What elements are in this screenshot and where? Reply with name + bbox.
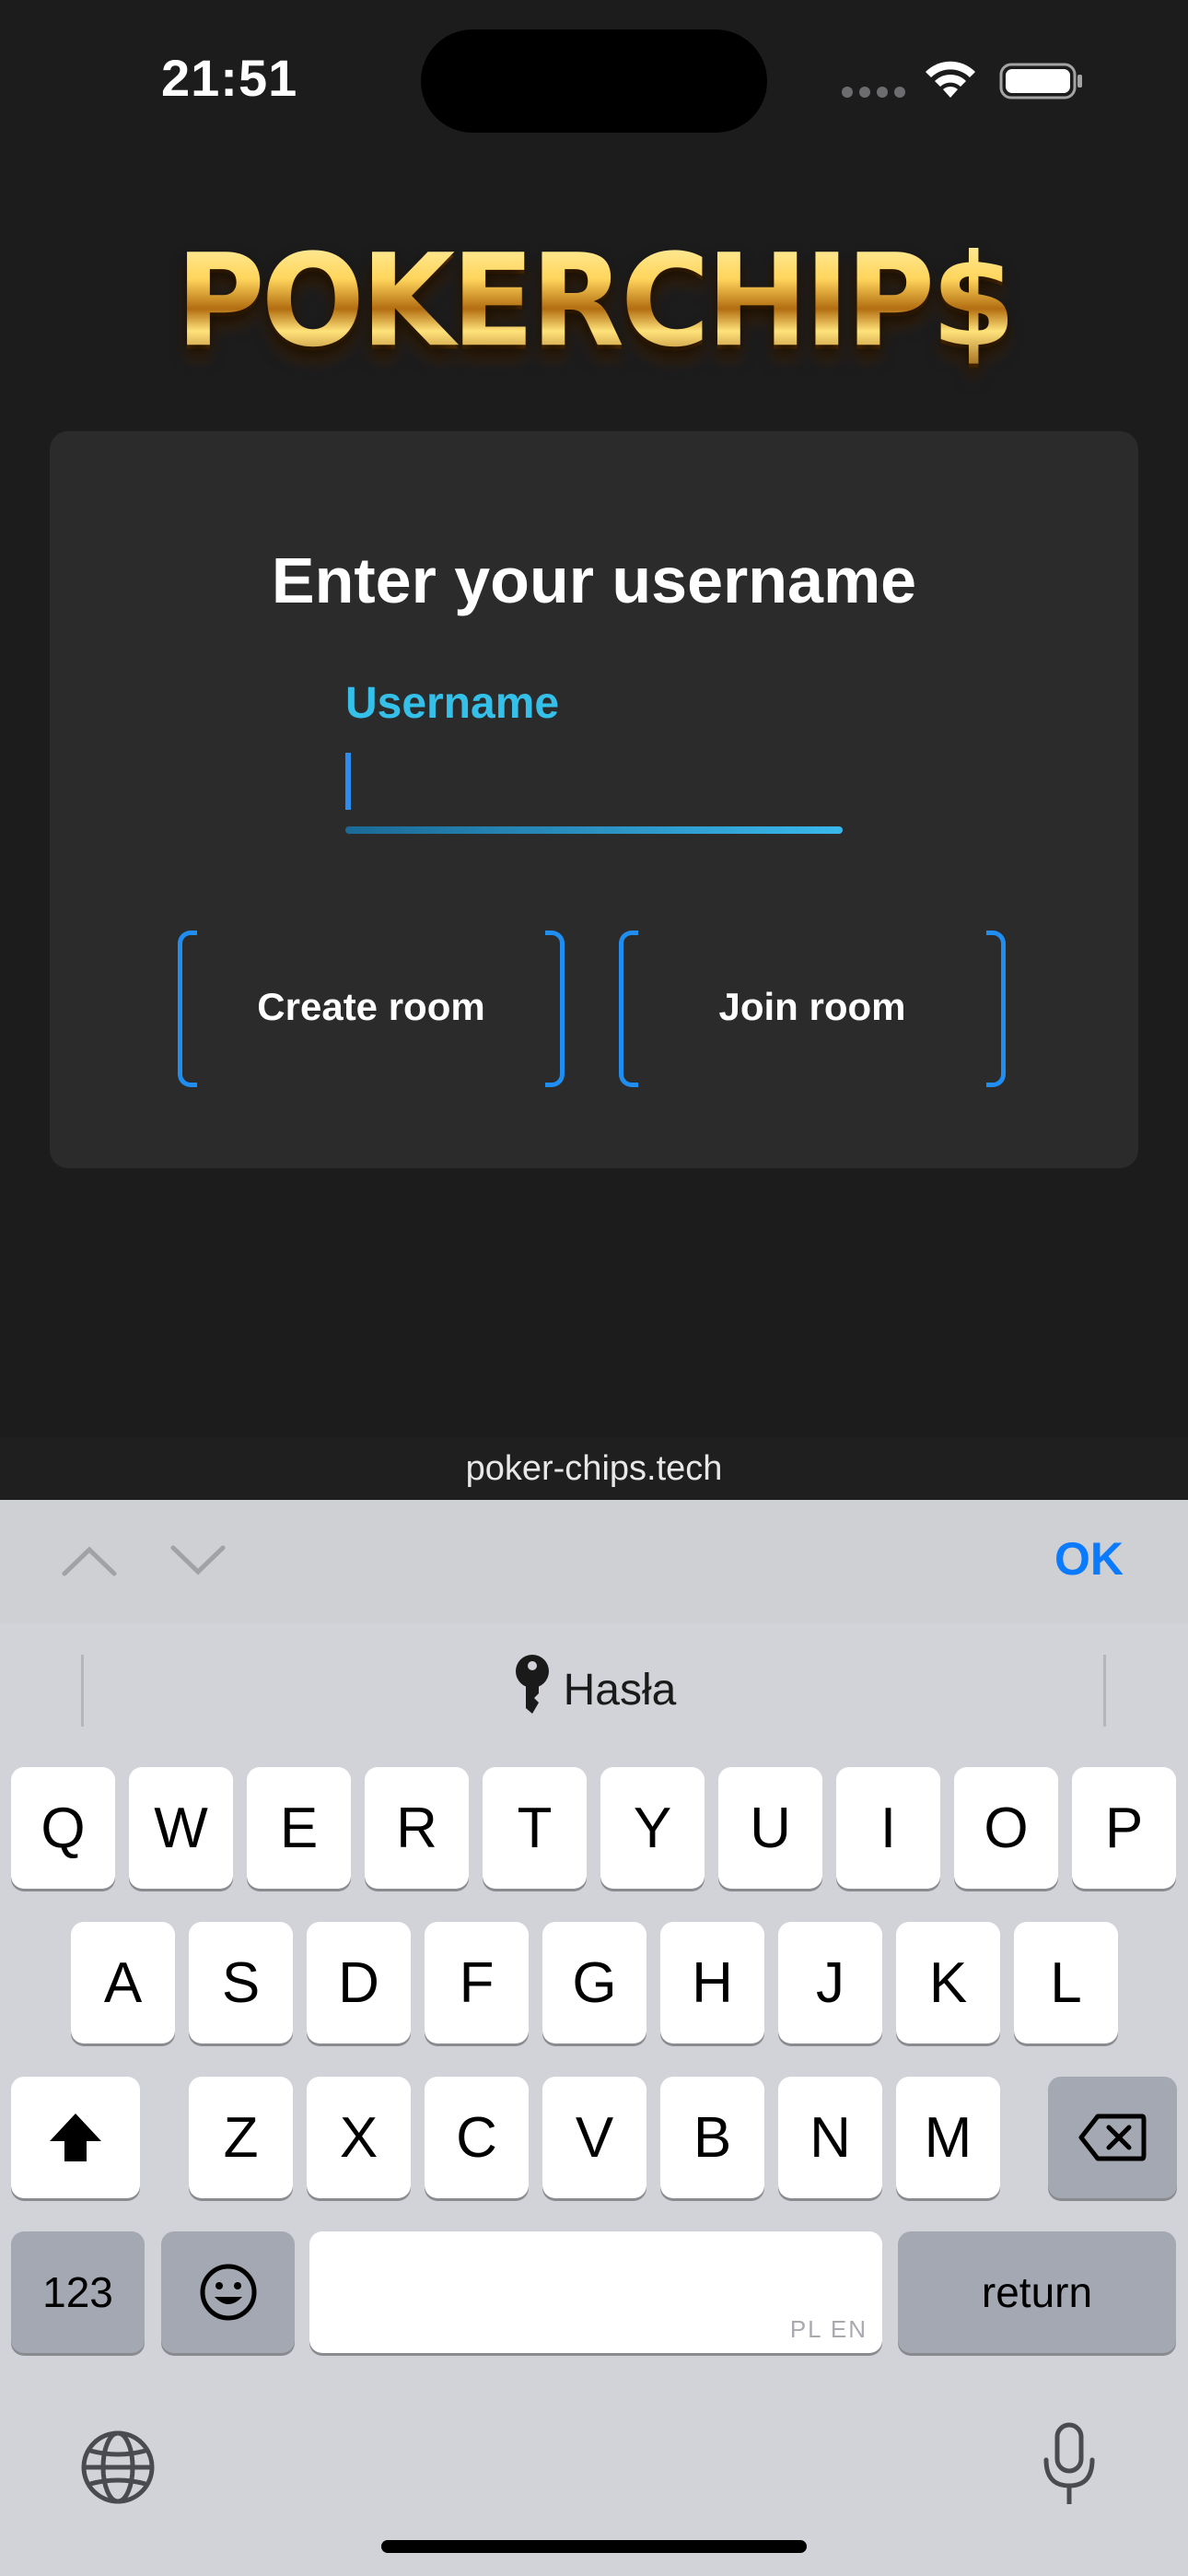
- logo-text: POKERCHIP$: [175, 227, 1016, 376]
- text-caret: [345, 753, 351, 810]
- app-logo: POKERCHIP$: [0, 227, 1188, 376]
- url-bar[interactable]: poker-chips.tech: [0, 1437, 1188, 1500]
- card-title: Enter your username: [271, 544, 917, 616]
- key-icon: [515, 1655, 549, 1714]
- key-j[interactable]: J: [778, 1922, 882, 2043]
- key-y[interactable]: Y: [600, 1767, 705, 1889]
- key-p[interactable]: P: [1072, 1767, 1176, 1889]
- key-h[interactable]: H: [660, 1922, 764, 2043]
- create-room-label: Create room: [257, 985, 485, 1028]
- microphone-icon[interactable]: [1039, 2421, 1100, 2510]
- username-underline: [345, 826, 843, 834]
- key-t[interactable]: T: [483, 1767, 587, 1889]
- key-r[interactable]: R: [365, 1767, 469, 1889]
- key-u[interactable]: U: [718, 1767, 822, 1889]
- signal-dots-icon: [842, 87, 905, 98]
- key-q[interactable]: Q: [11, 1767, 115, 1889]
- username-label: Username: [345, 679, 560, 728]
- key-s[interactable]: S: [189, 1922, 293, 2043]
- key-c[interactable]: C: [425, 2077, 529, 2198]
- create-room-button[interactable]: Create room: [178, 931, 565, 1087]
- space-language-hint: PL EN: [789, 2315, 868, 2343]
- status-time: 21:51: [161, 49, 298, 107]
- key-v[interactable]: V: [542, 2077, 646, 2198]
- key-f[interactable]: F: [425, 1922, 529, 2043]
- chevron-down-icon[interactable]: [166, 1540, 230, 1581]
- shift-key[interactable]: [11, 2077, 140, 2198]
- key-g[interactable]: G: [542, 1922, 646, 2043]
- key-i[interactable]: I: [836, 1767, 940, 1889]
- key-b[interactable]: B: [660, 2077, 764, 2198]
- key-o[interactable]: O: [954, 1767, 1058, 1889]
- key-d[interactable]: D: [307, 1922, 411, 2043]
- key-l[interactable]: L: [1014, 1922, 1118, 2043]
- numbers-key[interactable]: 123: [11, 2231, 145, 2353]
- home-indicator: [381, 2540, 807, 2553]
- ok-button[interactable]: OK: [1054, 1532, 1124, 1586]
- join-room-button[interactable]: Join room: [619, 931, 1006, 1087]
- key-x[interactable]: X: [307, 2077, 411, 2198]
- return-key[interactable]: return: [898, 2231, 1176, 2353]
- join-room-label: Join room: [718, 985, 906, 1028]
- shift-icon: [50, 2113, 101, 2161]
- globe-icon[interactable]: [79, 2429, 157, 2506]
- key-z[interactable]: Z: [189, 2077, 293, 2198]
- key-e[interactable]: E: [247, 1767, 351, 1889]
- delete-icon: [1078, 2113, 1147, 2161]
- emoji-key[interactable]: [161, 2231, 295, 2353]
- delete-key[interactable]: [1048, 2077, 1177, 2198]
- space-key[interactable]: PL EN: [309, 2231, 882, 2353]
- key-n[interactable]: N: [778, 2077, 882, 2198]
- chevron-up-icon[interactable]: [57, 1540, 122, 1581]
- username-input[interactable]: [345, 737, 843, 834]
- dynamic-island: [421, 29, 767, 133]
- emoji-icon: [200, 2264, 256, 2321]
- wifi-icon: [926, 61, 975, 98]
- passwords-suggestion[interactable]: Hasła: [0, 1653, 1188, 1717]
- key-m[interactable]: M: [896, 2077, 1000, 2198]
- battery-icon: [999, 63, 1082, 100]
- key-w[interactable]: W: [129, 1767, 233, 1889]
- passwords-label: Hasła: [563, 1666, 677, 1715]
- key-k[interactable]: K: [896, 1922, 1000, 2043]
- key-a[interactable]: A: [71, 1922, 175, 2043]
